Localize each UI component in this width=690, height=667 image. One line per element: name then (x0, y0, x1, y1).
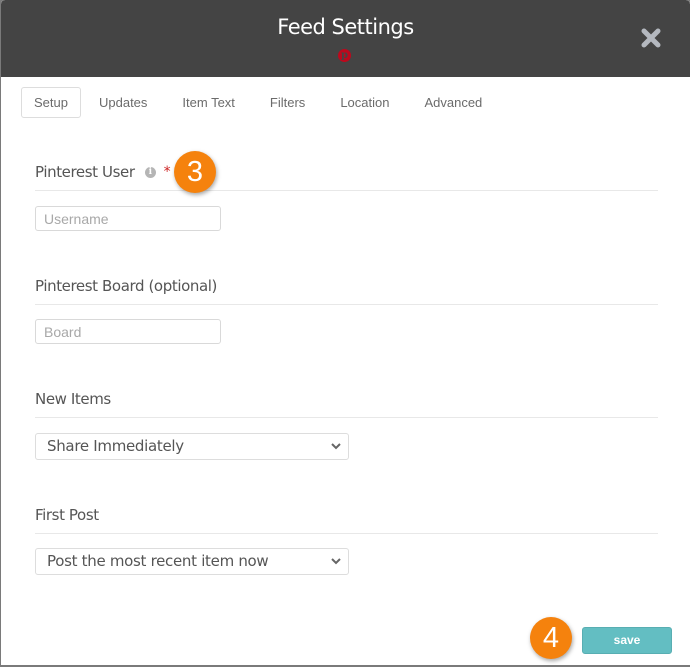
tab-item-text[interactable]: Item Text (169, 87, 248, 118)
dialog-title: Feed Settings (277, 15, 414, 39)
pinterest-user-label: Pinterest User (35, 163, 135, 181)
section-divider (35, 417, 658, 418)
section-divider (35, 190, 658, 191)
new-items-label: New Items (35, 390, 111, 408)
chevron-down-icon (331, 558, 341, 565)
tab-updates[interactable]: Updates (86, 87, 160, 118)
first-post-section: First Post (35, 504, 658, 534)
feed-settings-dialog: Feed Settings p Setup Updates Item Text … (1, 0, 690, 665)
step-3-badge: 3 (174, 151, 216, 193)
new-items-select[interactable]: Share Immediately (35, 433, 349, 460)
board-input[interactable] (35, 319, 221, 344)
new-items-selected-value: Share Immediately (47, 437, 184, 455)
pinterest-icon: p (338, 49, 351, 62)
save-button[interactable]: save (582, 627, 672, 654)
new-items-section: New Items (35, 388, 658, 418)
pinterest-board-section: Pinterest Board (optional) (35, 275, 658, 305)
tab-advanced[interactable]: Advanced (411, 87, 495, 118)
step-4-badge: 4 (530, 617, 572, 659)
tab-setup[interactable]: Setup (21, 87, 81, 118)
tab-location[interactable]: Location (327, 87, 402, 118)
first-post-selected-value: Post the most recent item now (47, 552, 269, 570)
tab-filters[interactable]: Filters (257, 87, 318, 118)
section-divider (35, 304, 658, 305)
close-icon (641, 28, 661, 48)
dialog-header: Feed Settings p (1, 0, 690, 77)
info-icon[interactable]: i (144, 166, 156, 178)
pinterest-board-label: Pinterest Board (optional) (35, 277, 217, 295)
first-post-select[interactable]: Post the most recent item now (35, 548, 349, 575)
first-post-label: First Post (35, 506, 99, 524)
section-divider (35, 533, 658, 534)
chevron-down-icon (331, 443, 341, 450)
close-button[interactable] (640, 27, 662, 49)
username-input[interactable] (35, 206, 221, 231)
pinterest-user-section: Pinterest User i * (35, 161, 658, 191)
settings-tabs: Setup Updates Item Text Filters Location… (21, 87, 504, 118)
required-marker: * (163, 164, 171, 180)
